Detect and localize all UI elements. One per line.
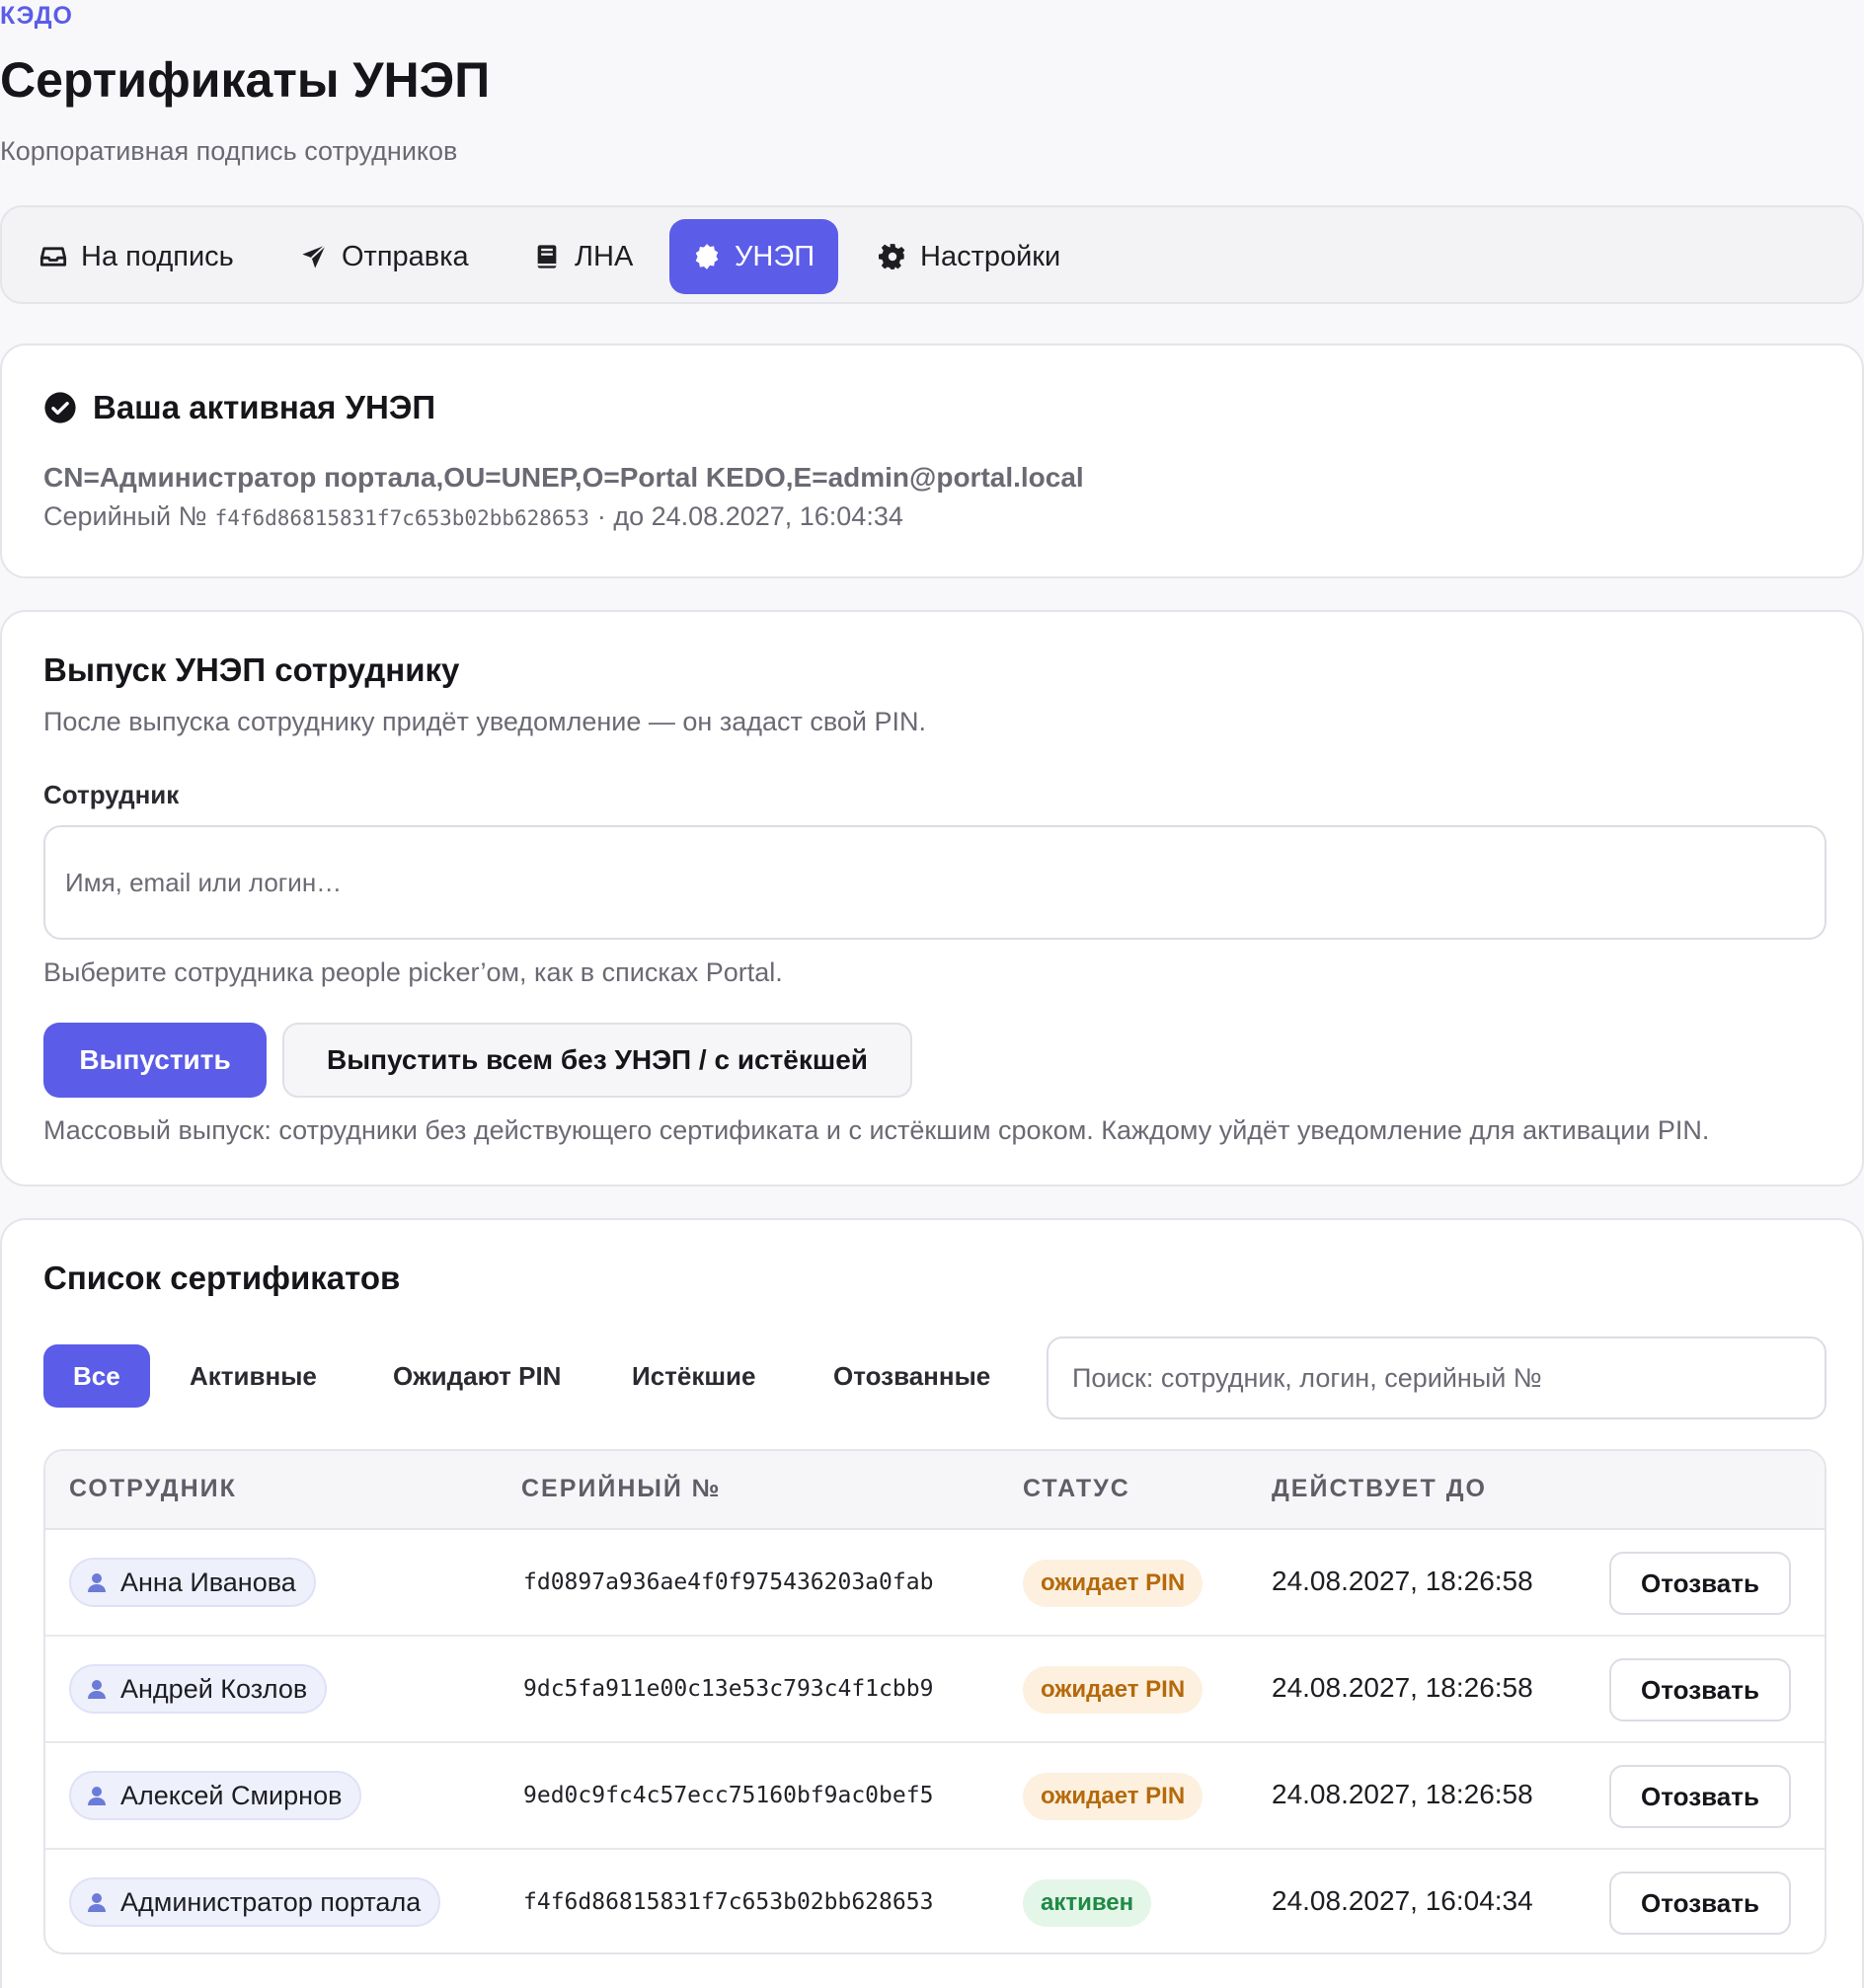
serial-label: Серийный № xyxy=(43,501,207,531)
tab-label: Отправка xyxy=(342,240,469,272)
status-badge: ожидает PIN xyxy=(1023,1560,1204,1607)
filter-active[interactable]: Активные xyxy=(160,1344,347,1408)
book-icon xyxy=(537,245,557,268)
mass-issue-note: Массовый выпуск: сотрудники без действую… xyxy=(43,1115,1710,1145)
employee-name: Анна Иванова xyxy=(120,1567,296,1597)
active-cert-header: Ваша активная УНЭП xyxy=(43,389,435,426)
inbox-icon xyxy=(39,247,67,267)
badge-icon xyxy=(695,244,719,269)
row-valid-until: 24.08.2027, 18:26:58 xyxy=(1272,1779,1533,1809)
cert-serial-line: Серийный № f4f6d86815831f7c653b02bb62865… xyxy=(43,501,903,532)
tab-sign[interactable]: На подпись xyxy=(16,219,258,294)
issue-card: Выпуск УНЭП сотруднику После выпуска сот… xyxy=(0,610,1864,1186)
issue-description: После выпуска сотруднику придёт уведомле… xyxy=(43,707,927,736)
cert-list-card: Список сертификатов Все Активные Ожидают… xyxy=(0,1218,1864,1988)
tab-label: На подпись xyxy=(81,240,234,272)
status-badge: активен xyxy=(1023,1879,1152,1927)
cert-subject: CN=Администратор портала,OU=UNEP,O=Porta… xyxy=(43,462,1084,493)
table-row: Администратор портала f4f6d86815831f7c65… xyxy=(45,1850,1825,1952)
serial-value: f4f6d86815831f7c653b02bb628653 xyxy=(214,506,589,530)
revoke-button[interactable]: Отозвать xyxy=(1609,1658,1791,1721)
tab-lna[interactable]: ЛНА xyxy=(509,219,657,294)
table-row: Андрей Козлов 9dc5fa911e00c13e53c793c4f1… xyxy=(45,1637,1825,1743)
cert-valid-until: · до 24.08.2027, 16:04:34 xyxy=(596,501,903,531)
employee-picker-input[interactable] xyxy=(43,825,1826,940)
row-valid-until: 24.08.2027, 18:26:58 xyxy=(1272,1672,1533,1703)
employee-hint: Выберите сотрудника people picker’ом, ка… xyxy=(43,957,783,987)
row-serial: 9ed0c9fc4c57ecc75160bf9ac0bef5 xyxy=(523,1783,934,1808)
user-icon xyxy=(88,1787,106,1805)
issue-title: Выпуск УНЭП сотруднику xyxy=(43,651,460,688)
table-row: Алексей Смирнов 9ed0c9fc4c57ecc75160bf9a… xyxy=(45,1743,1825,1850)
employee-chip[interactable]: Администратор портала xyxy=(69,1877,441,1927)
list-title: Список сертификатов xyxy=(43,1260,401,1296)
status-badge: ожидает PIN xyxy=(1023,1773,1204,1820)
col-serial: СЕРИЙНЫЙ № xyxy=(521,1475,722,1502)
tab-label: ЛНА xyxy=(575,240,634,272)
tab-label: УНЭП xyxy=(735,240,816,272)
status-badge: ожидает PIN xyxy=(1023,1666,1204,1714)
employee-label: Сотрудник xyxy=(43,780,180,809)
send-icon xyxy=(302,244,327,268)
filter-revoked[interactable]: Отозванные xyxy=(804,1344,1020,1408)
issue-button[interactable]: Выпустить xyxy=(43,1023,267,1098)
cert-search-input[interactable] xyxy=(1047,1337,1826,1419)
filter-expired[interactable]: Истёкшие xyxy=(602,1344,785,1408)
tab-unep[interactable]: УНЭП xyxy=(669,219,839,294)
tab-label: Настройки xyxy=(920,240,1061,272)
row-valid-until: 24.08.2027, 16:04:34 xyxy=(1272,1885,1533,1916)
cert-table: СОТРУДНИК СЕРИЙНЫЙ № СТАТУС ДЕЙСТВУЕТ ДО… xyxy=(43,1449,1826,1954)
employee-name: Администратор портала xyxy=(120,1886,422,1917)
row-serial: f4f6d86815831f7c653b02bb628653 xyxy=(523,1889,934,1915)
table-row: Анна Иванова fd0897a936ae4f0f975436203a0… xyxy=(45,1530,1825,1637)
check-circle-icon xyxy=(44,392,76,423)
employee-chip[interactable]: Анна Иванова xyxy=(69,1558,316,1607)
page-subtitle: Корпоративная подпись сотрудников xyxy=(0,136,458,166)
row-valid-until: 24.08.2027, 18:26:58 xyxy=(1272,1566,1533,1596)
col-status: СТАТУС xyxy=(1023,1475,1130,1502)
tab-send[interactable]: Отправка xyxy=(276,219,493,294)
filter-pending-pin[interactable]: Ожидают PIN xyxy=(363,1344,590,1408)
tab-bar: На подпись Отправка ЛНА УНЭП Настройки xyxy=(0,205,1864,304)
row-serial: 9dc5fa911e00c13e53c793c4f1cbb9 xyxy=(523,1676,934,1702)
revoke-button[interactable]: Отозвать xyxy=(1609,1872,1791,1935)
revoke-button[interactable]: Отозвать xyxy=(1609,1552,1791,1615)
revoke-button[interactable]: Отозвать xyxy=(1609,1765,1791,1828)
col-employee: СОТРУДНИК xyxy=(69,1475,237,1502)
employee-chip[interactable]: Андрей Козлов xyxy=(69,1664,328,1714)
employee-chip[interactable]: Алексей Смирнов xyxy=(69,1771,362,1820)
gear-icon xyxy=(879,244,905,269)
active-cert-title: Ваша активная УНЭП xyxy=(93,389,436,425)
eyebrow-label: КЭДО xyxy=(0,2,73,30)
employee-name: Андрей Козлов xyxy=(120,1673,308,1704)
page-title: Сертификаты УНЭП xyxy=(0,52,491,108)
issue-all-button[interactable]: Выпустить всем без УНЭП / с истёкшей xyxy=(282,1023,912,1098)
user-icon xyxy=(88,1680,106,1699)
filter-all[interactable]: Все xyxy=(43,1344,150,1408)
tab-settings[interactable]: Настройки xyxy=(855,219,1084,294)
table-header: СОТРУДНИК СЕРИЙНЫЙ № СТАТУС ДЕЙСТВУЕТ ДО xyxy=(45,1451,1825,1530)
row-serial: fd0897a936ae4f0f975436203a0fab xyxy=(523,1569,934,1595)
employee-name: Алексей Смирнов xyxy=(120,1780,343,1810)
user-icon xyxy=(88,1573,106,1592)
user-icon xyxy=(88,1893,106,1912)
active-cert-card: Ваша активная УНЭП CN=Администратор порт… xyxy=(0,344,1864,578)
col-valid-until: ДЕЙСТВУЕТ ДО xyxy=(1272,1475,1487,1502)
